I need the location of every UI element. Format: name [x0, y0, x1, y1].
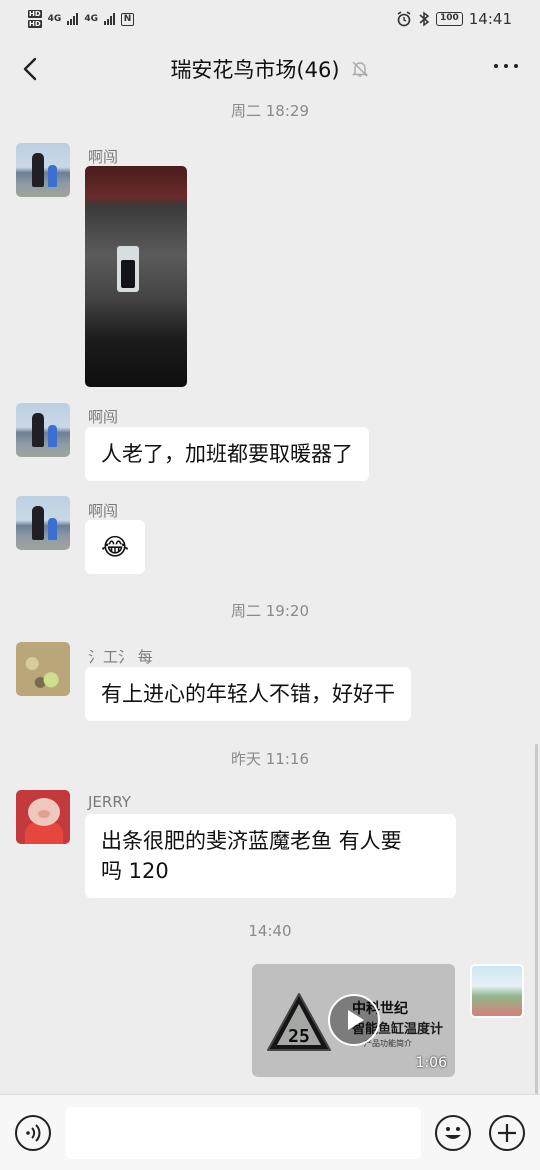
status-left: HD HD 4G 4G N: [28, 9, 134, 29]
signal-bars-icon-2: [103, 13, 115, 25]
play-icon[interactable]: [328, 994, 380, 1046]
clock: 14:41: [468, 10, 512, 28]
avatar[interactable]: [16, 403, 70, 457]
scrollbar[interactable]: [535, 744, 538, 1094]
message-line: 吗 120: [101, 859, 169, 883]
message-line: 出条很肥的斐济蓝魔老鱼 有人要: [101, 829, 402, 853]
message-bubble[interactable]: 人老了，加班都要取暖器了: [85, 427, 369, 481]
video-message[interactable]: 25 中科世纪 智能鱼缸温度计 产品功能简介 1:06: [252, 964, 455, 1077]
sender-name: 啊闯: [88, 502, 119, 520]
emoji-icon[interactable]: [435, 1115, 471, 1151]
emoji-message[interactable]: 😂: [85, 520, 145, 574]
timestamp: 昨天 11:16: [231, 750, 309, 768]
alarm-icon: [397, 11, 411, 27]
chat-title: 瑞安花鸟市场(46): [170, 58, 340, 82]
status-right: 100 14:41: [396, 10, 512, 28]
message-bubble[interactable]: 有上进心的年轻人不错，好好干: [85, 667, 411, 721]
battery-icon: 100: [435, 12, 463, 26]
sim-indicators: HD HD: [28, 9, 42, 29]
chat-header: 瑞安花鸟市场(46): [0, 38, 540, 100]
message-list[interactable]: 周二 18:29 啊闯 啊闯 人老了，加班都要取暖器了 啊闯 😂 周二 19:2…: [0, 96, 540, 1094]
sender-name: 啊闯: [88, 148, 119, 166]
sender-name: JERRY: [88, 793, 131, 811]
network-type-2: 4G: [84, 14, 98, 24]
sender-name: 啊闯: [88, 408, 119, 426]
timestamp: 14:40: [248, 922, 292, 940]
my-avatar[interactable]: [470, 964, 524, 1018]
more-dots-icon[interactable]: [494, 64, 518, 68]
network-type-1: 4G: [47, 14, 62, 24]
avatar[interactable]: [16, 143, 70, 197]
bluetooth-icon: [419, 11, 430, 27]
voice-icon[interactable]: [15, 1115, 51, 1151]
timestamp: 周二 18:29: [231, 102, 309, 120]
timestamp: 周二 19:20: [231, 602, 309, 620]
plus-icon[interactable]: [489, 1115, 525, 1151]
nfc-icon: N: [120, 12, 134, 26]
avatar[interactable]: [16, 790, 70, 844]
mute-bell-icon: [351, 61, 368, 77]
message-bubble[interactable]: 出条很肥的斐济蓝魔老鱼 有人要 吗 120: [85, 814, 456, 898]
video-duration: 1:06: [415, 1055, 447, 1071]
sim2-label: HD: [28, 20, 42, 28]
sender-name: 氵工氵 每: [88, 648, 153, 666]
back-arrow-icon[interactable]: [18, 56, 44, 82]
avatar[interactable]: [16, 496, 70, 550]
image-message[interactable]: [85, 166, 187, 387]
sim1-label: HD: [28, 10, 42, 18]
message-input[interactable]: [66, 1107, 421, 1159]
signal-bars-icon: [67, 13, 79, 25]
status-bar: HD HD 4G 4G N 100 14:41: [0, 0, 540, 38]
avatar[interactable]: [16, 642, 70, 696]
input-bar: [0, 1094, 540, 1170]
